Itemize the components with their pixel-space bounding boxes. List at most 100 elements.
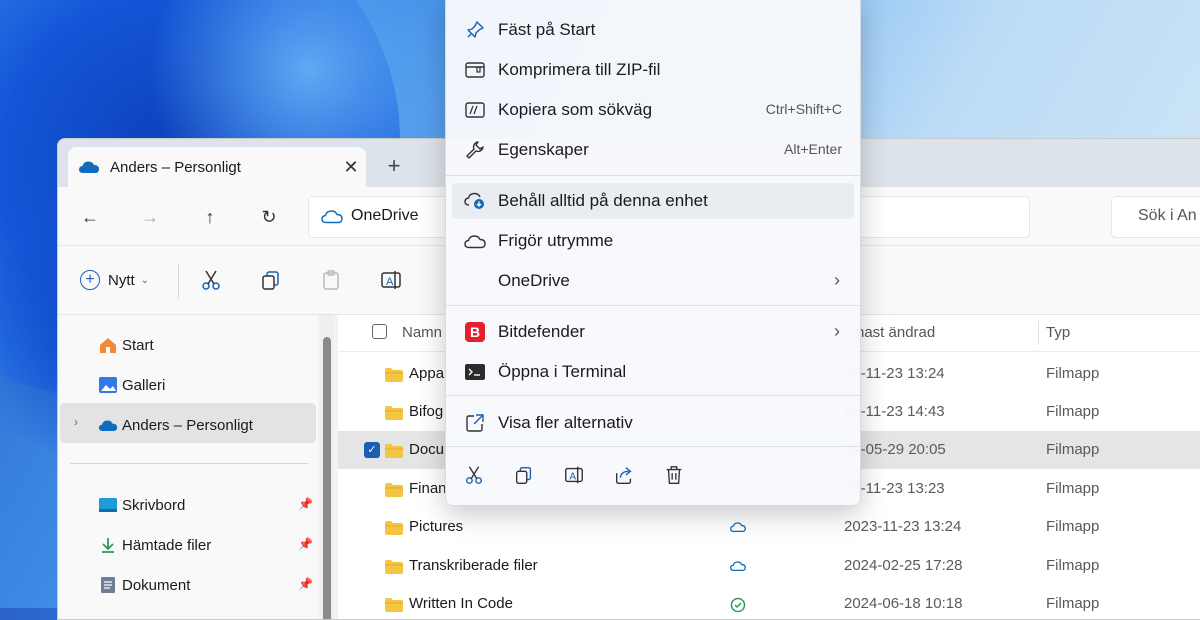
row-name: Bifog <box>409 403 444 420</box>
rename-icon[interactable]: A <box>379 268 403 292</box>
sidebar-item-galleri[interactable]: Galleri <box>98 375 165 395</box>
menu-item-label: Fäst på Start <box>498 20 596 39</box>
menu-item-shortcut: Ctrl+Shift+C <box>765 101 842 117</box>
pin-icon[interactable]: 📌 <box>298 497 313 511</box>
menu-item-onedrive[interactable]: OneDrive › <box>452 263 854 299</box>
sidebar-item-label: Galleri <box>122 376 166 394</box>
menu-item-show-more-options[interactable]: Visa fler alternativ <box>452 405 854 441</box>
sidebar-item-label: Hämtade filer <box>122 536 212 554</box>
sidebar-item-label: Anders – Personligt <box>122 416 253 434</box>
folder-icon <box>384 520 404 540</box>
pin-icon[interactable]: 📌 <box>298 537 313 551</box>
forward-arrow-icon[interactable]: → <box>138 205 162 229</box>
copy-icon[interactable] <box>510 461 538 489</box>
menu-item-label: Bitdefender <box>498 322 585 341</box>
cloud-icon <box>730 559 746 576</box>
sidebar-item-dokument[interactable]: Dokument <box>98 575 190 595</box>
menu-item-label: Öppna i Terminal <box>498 362 627 381</box>
copy-path-icon <box>464 99 486 121</box>
sidebar-item-start[interactable]: Start <box>98 335 154 355</box>
table-row[interactable]: Written In Code 2024-06-18 10:18 Filmapp <box>338 585 1200 619</box>
cut-icon[interactable] <box>199 268 223 292</box>
sidebar-item-skrivbord[interactable]: Skrivbord <box>98 495 185 515</box>
menu-item-pin-to-start[interactable]: Fäst på Start <box>452 12 854 48</box>
sidebar-item-label: Start <box>122 336 154 354</box>
delete-icon[interactable] <box>660 461 688 489</box>
folder-icon <box>384 482 404 502</box>
pin-icon[interactable]: 📌 <box>298 577 313 591</box>
check-icon <box>730 597 746 617</box>
close-tab-button[interactable]: ✕ <box>336 157 366 178</box>
search-input[interactable]: Sök i An <box>1111 196 1200 238</box>
pin-icon <box>464 19 486 41</box>
copy-icon[interactable] <box>259 268 283 292</box>
menu-item-properties[interactable]: Egenskaper Alt+Enter <box>452 132 854 168</box>
sidebar-divider <box>70 463 308 464</box>
download-icon <box>98 535 118 555</box>
chevron-down-icon: ⌄ <box>140 274 150 286</box>
onedrive-cloud-icon <box>78 160 100 174</box>
new-tab-button[interactable]: + <box>381 153 407 179</box>
row-date: 2024-06-18 10:18 <box>844 595 963 612</box>
table-row[interactable]: Transkriberade filer 2024-02-25 17:28 Film… <box>338 547 1200 585</box>
column-divider[interactable] <box>1038 321 1039 345</box>
up-arrow-icon[interactable]: ↑ <box>198 205 222 229</box>
menu-item-label: Egenskaper <box>498 140 589 159</box>
cloud-download-icon <box>464 190 486 212</box>
terminal-icon <box>464 361 486 383</box>
onedrive-cloud-icon <box>98 415 118 435</box>
column-date[interactable]: nast ändrad <box>856 324 935 341</box>
back-arrow-icon[interactable]: ← <box>78 205 102 229</box>
svg-text:A: A <box>386 276 394 288</box>
sidebar-item-hamtade-filer[interactable]: Hämtade filer <box>98 535 211 555</box>
scrollbar-thumb[interactable] <box>323 337 331 619</box>
share-icon[interactable] <box>610 461 638 489</box>
row-type: Filmapp <box>1046 441 1100 458</box>
zip-folder-icon <box>464 59 486 81</box>
new-button[interactable]: + Nytt ⌄ <box>80 270 149 290</box>
rename-icon[interactable]: A <box>560 461 588 489</box>
sidebar-scrollbar[interactable] <box>320 315 334 619</box>
navigation-pane: Start Galleri › Anders – Personligt Skri… <box>58 315 318 619</box>
menu-item-always-keep-on-device[interactable]: Behåll alltid på denna enhet <box>452 183 854 219</box>
menu-item-free-up-space[interactable]: Frigör utrymme <box>452 223 854 259</box>
folder-icon <box>384 559 404 579</box>
select-all-checkbox[interactable] <box>372 324 387 339</box>
table-row[interactable]: Pictures 2023-11-23 13:24 Filmapp <box>338 508 1200 546</box>
row-type: Filmapp <box>1046 480 1100 497</box>
menu-item-label: Kopiera som sökväg <box>498 100 653 119</box>
search-placeholder: Sök i An <box>1138 207 1197 224</box>
sidebar-item-label: Dokument <box>122 576 191 594</box>
onedrive-cloud-icon <box>321 209 343 228</box>
menu-item-compress-zip[interactable]: Komprimera till ZIP-fil <box>452 52 854 88</box>
menu-item-bitdefender[interactable]: B Bitdefender › <box>452 314 854 350</box>
paste-icon[interactable] <box>319 268 343 292</box>
folder-icon <box>384 367 404 387</box>
column-name[interactable]: Namn <box>402 324 442 341</box>
menu-item-label: Komprimera till ZIP-fil <box>498 60 661 79</box>
row-name: Finan <box>409 480 447 497</box>
cloud-icon <box>464 230 486 252</box>
column-type[interactable]: Typ <box>1046 324 1070 341</box>
menu-item-open-in-terminal[interactable]: Öppna i Terminal <box>452 354 854 390</box>
menu-item-label: OneDrive <box>498 271 570 290</box>
chevron-right-icon[interactable]: › <box>74 415 78 429</box>
refresh-icon[interactable]: ↻ <box>257 205 281 229</box>
menu-item-shortcut: Alt+Enter <box>784 141 842 157</box>
sidebar-item-anders-personligt[interactable]: Anders – Personligt <box>98 415 253 435</box>
gallery-icon <box>98 375 118 395</box>
sidebar-item-label: Skrivbord <box>122 496 186 514</box>
row-date: 2024-02-25 17:28 <box>844 557 963 574</box>
document-icon <box>98 575 118 595</box>
row-name: Pictures <box>409 518 464 535</box>
menu-item-copy-as-path[interactable]: Kopiera som sökväg Ctrl+Shift+C <box>452 92 854 128</box>
row-type: Filmapp <box>1046 557 1100 574</box>
cut-icon[interactable] <box>460 461 488 489</box>
menu-divider <box>446 395 860 396</box>
tab-anders-personligt[interactable]: Anders – Personligt ✕ <box>68 147 366 187</box>
tab-title: Anders – Personligt <box>110 158 241 176</box>
menu-item-label: Frigör utrymme <box>498 231 614 250</box>
row-name: Docu <box>409 441 445 458</box>
row-checkbox[interactable]: ✓ <box>364 442 380 458</box>
menu-item-label: Behåll alltid på denna enhet <box>498 191 708 210</box>
